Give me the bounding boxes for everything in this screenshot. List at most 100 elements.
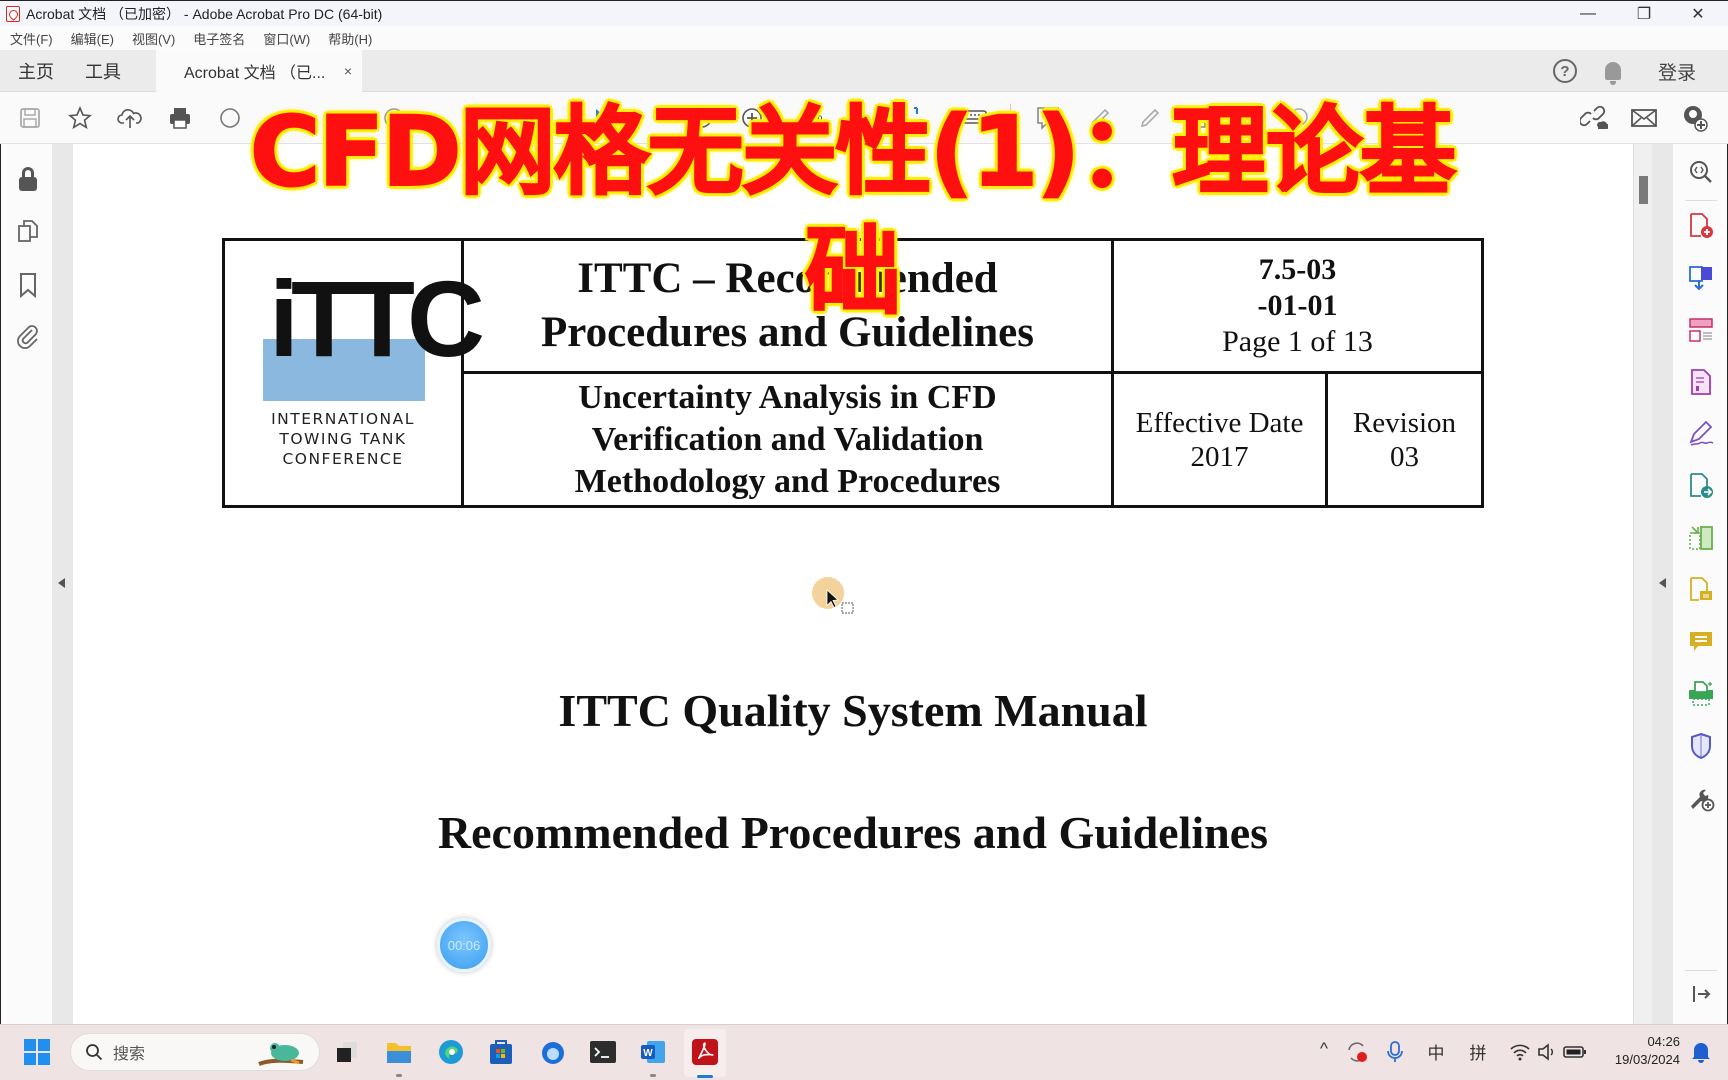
word-icon[interactable]: W — [638, 1037, 668, 1067]
svg-text:W: W — [643, 1048, 653, 1059]
revision-value: 03 — [1390, 440, 1419, 473]
battery-icon[interactable] — [1562, 1039, 1588, 1065]
collapse-panel-icon[interactable] — [1687, 980, 1715, 1008]
close-tab-button[interactable]: × — [344, 63, 352, 79]
print-icon[interactable] — [166, 104, 194, 132]
right-pane-gutter — [1652, 144, 1673, 1024]
clock-time: 04:26 — [1647, 1034, 1680, 1049]
compress-icon[interactable] — [1687, 524, 1715, 552]
search-zoom-icon[interactable] — [1687, 158, 1715, 186]
microsoft-store-icon[interactable] — [486, 1037, 516, 1067]
document-number-suffix: -01-01 — [1257, 289, 1338, 322]
thunderbird-mail-icon[interactable] — [538, 1037, 568, 1067]
bookmark-star-icon[interactable] — [66, 104, 94, 132]
expand-left-pane-arrow-icon[interactable] — [58, 578, 65, 588]
clock-date: 19/03/2024 — [1614, 1052, 1680, 1067]
frog-search-highlight-icon — [255, 1038, 311, 1073]
document-heading-quality-manual: ITTC Quality System Manual — [558, 685, 1148, 736]
taskbar-search-box[interactable]: 搜索 — [70, 1033, 320, 1071]
acrobat-taskbar-icon[interactable] — [690, 1037, 720, 1067]
revision-cell: Revision 03 — [1352, 406, 1457, 473]
ime-mode-indicator[interactable]: 拼 — [1466, 1039, 1490, 1064]
protect-icon[interactable] — [1687, 732, 1715, 760]
email-icon[interactable] — [1630, 104, 1658, 132]
restore-button[interactable]: ❐ — [1618, 1, 1670, 27]
search-placeholder: 搜索 — [113, 1046, 146, 1063]
window-title-bar: Acrobat 文档 （已加密） - Adobe Acrobat Pro DC … — [0, 0, 1728, 26]
page-thumbnails-icon[interactable] — [15, 218, 41, 244]
attachments-icon[interactable] — [15, 324, 41, 350]
logo-caption-line: INTERNATIONAL — [271, 410, 415, 428]
logo-caption-line: CONFERENCE — [282, 450, 404, 468]
menu-edit[interactable]: 编辑(E) — [71, 29, 114, 48]
tab-document[interactable]: Acrobat 文档 （已... × — [156, 50, 362, 92]
sync-status-icon[interactable] — [1344, 1039, 1370, 1065]
effective-date-cell: Effective Date 2017 — [1135, 406, 1304, 473]
tab-tools[interactable]: 工具 — [85, 50, 121, 92]
comment-export-icon[interactable] — [1687, 576, 1715, 604]
upload-cloud-icon[interactable] — [116, 104, 144, 132]
menu-e-sign[interactable]: 电子签名 — [193, 29, 245, 48]
menu-window[interactable]: 窗口(W) — [263, 29, 310, 48]
microphone-icon[interactable] — [1382, 1039, 1408, 1065]
send-for-review-icon[interactable] — [1687, 472, 1715, 500]
tools-pane — [1673, 144, 1728, 1024]
menu-file[interactable]: 文件(F) — [10, 29, 53, 48]
notification-bell-icon[interactable] — [1688, 1038, 1714, 1066]
share-link-icon[interactable] — [1580, 104, 1608, 132]
document-heading-procedures: Recommended Procedures and Guidelines — [437, 807, 1269, 858]
system-clock[interactable]: 04:26 19/03/2024 — [1590, 1033, 1680, 1069]
search-icon — [86, 1044, 103, 1061]
menu-view[interactable]: 视图(V) — [132, 29, 175, 48]
bell-icon — [1605, 62, 1621, 85]
page-info: Page 1 of 13 — [1222, 325, 1373, 358]
left-navigation-pane — [0, 144, 52, 1024]
minimize-button[interactable]: — — [1562, 1, 1614, 27]
help-icon: ? — [1553, 59, 1577, 83]
video-title-overlay: CFD网格无关性(1)：理论基础 — [249, 95, 1457, 329]
fill-sign-icon[interactable] — [1687, 420, 1715, 448]
edge-browser-icon[interactable] — [436, 1037, 466, 1067]
menu-help[interactable]: 帮助(H) — [328, 29, 372, 48]
expand-right-pane-arrow-icon[interactable] — [1659, 578, 1666, 588]
bookmarks-icon[interactable] — [15, 272, 41, 298]
volume-icon[interactable] — [1534, 1039, 1560, 1065]
print-production-icon[interactable] — [1687, 680, 1715, 708]
wifi-icon[interactable] — [1508, 1039, 1532, 1065]
organize-pages-icon[interactable] — [1687, 316, 1715, 344]
document-subject-title: Uncertainty Analysis in CFD Verification… — [574, 378, 1001, 500]
terminal-icon[interactable] — [588, 1037, 618, 1067]
tab-bar: 主页 工具 Acrobat 文档 （已... × ? 登录 — [0, 50, 1728, 92]
file-explorer-icon[interactable] — [384, 1037, 414, 1067]
help-button[interactable]: ? — [1552, 58, 1578, 84]
sign-in-link[interactable]: 登录 — [1658, 50, 1696, 92]
export-pdf-icon[interactable] — [1687, 264, 1715, 292]
ime-language-indicator[interactable]: 中 — [1424, 1039, 1448, 1064]
window-title: Acrobat 文档 （已加密） - Adobe Acrobat Pro DC … — [26, 5, 383, 22]
document-number-cell: 7.5-03 -01-01 Page 1 of 13 — [1114, 241, 1481, 371]
recording-timer[interactable]: 00:06 — [437, 918, 491, 972]
save-icon[interactable] — [16, 104, 44, 132]
show-hidden-icons-chevron[interactable]: ^ — [1314, 1039, 1334, 1059]
windows-taskbar: 搜索 W ^ 中 拼 04:26 19/03/2024 — [0, 1024, 1728, 1080]
more-tools-icon[interactable] — [1687, 784, 1715, 812]
vertical-scrollbar[interactable] — [1633, 144, 1652, 1024]
active-app-indicator — [697, 1075, 713, 1078]
add-user-icon[interactable] — [1680, 104, 1708, 132]
sticky-note-icon[interactable] — [1687, 628, 1715, 656]
document-number: 7.5-03 — [1258, 253, 1337, 286]
effective-date-value: 2017 — [1190, 440, 1249, 473]
close-window-button[interactable]: ✕ — [1672, 1, 1724, 27]
start-windows-icon[interactable] — [22, 1037, 52, 1067]
running-indicator — [396, 1074, 402, 1077]
security-lock-icon[interactable] — [15, 166, 41, 192]
notifications-button[interactable] — [1600, 58, 1626, 85]
tab-home[interactable]: 主页 — [18, 50, 54, 92]
document-series-title: ITTC – Recommended Procedures and Guidel… — [541, 255, 1034, 356]
mouse-cursor-icon — [826, 589, 856, 620]
scrollbar-thumb[interactable] — [1639, 176, 1648, 204]
edit-pdf-icon[interactable] — [1687, 368, 1715, 396]
create-pdf-icon[interactable] — [1687, 212, 1715, 240]
task-view-icon[interactable] — [332, 1037, 362, 1067]
ittc-logo: iTTC INTERNATIONAL TOWING TANK CONFERENC… — [225, 241, 485, 505]
